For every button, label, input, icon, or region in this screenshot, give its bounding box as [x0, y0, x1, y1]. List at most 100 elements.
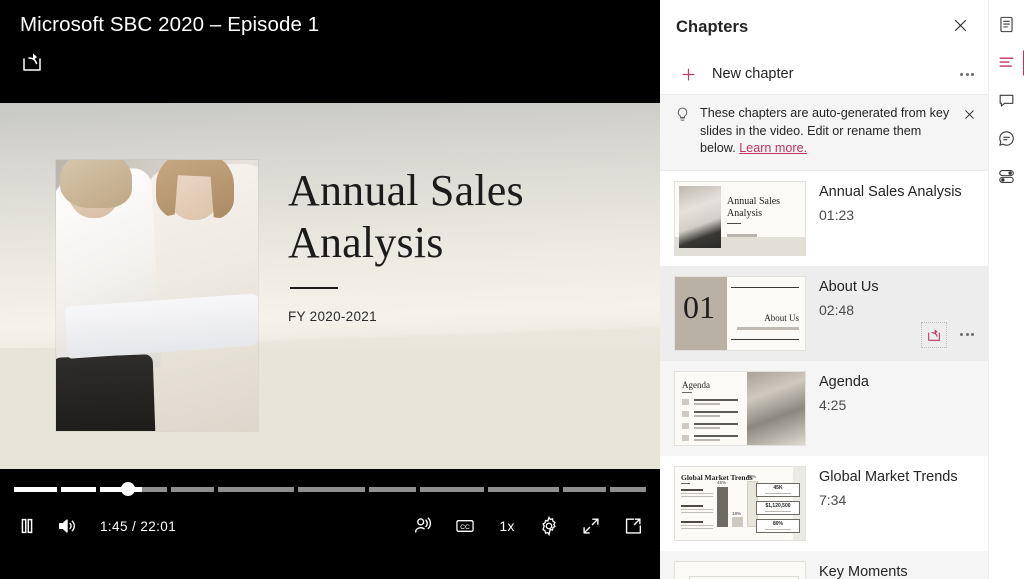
- progress-segment[interactable]: [368, 487, 416, 492]
- share-icon: [20, 50, 44, 74]
- transcript-icon: [997, 15, 1016, 34]
- new-chapter-button[interactable]: New chapter: [660, 54, 988, 94]
- pop-out-button[interactable]: [620, 513, 646, 539]
- thumb-subtitle: [727, 233, 757, 237]
- share-icon: [926, 327, 942, 343]
- video-pane[interactable]: Microsoft SBC 2020 – Episode 1 Annual Sa…: [0, 0, 660, 579]
- dismiss-tip-button[interactable]: [960, 105, 978, 123]
- playback-speed-button[interactable]: 1x: [494, 513, 520, 539]
- thumb-list-text: [694, 434, 738, 441]
- close-panel-button[interactable]: [946, 13, 974, 41]
- thumb-list-number: [682, 434, 689, 441]
- thumb-title: About Us: [764, 312, 799, 323]
- chapter-item-key-moments[interactable]: Key Moments: [660, 550, 988, 579]
- learn-more-link[interactable]: Learn more.: [739, 141, 807, 155]
- chapter-item-about-us[interactable]: 01 About Us About Us 02:48: [660, 265, 988, 361]
- rail-button-qa[interactable]: [991, 122, 1023, 154]
- new-chapter-more-button[interactable]: [960, 72, 974, 76]
- tip-text: These chapters are auto-generated from k…: [700, 105, 951, 158]
- thumb-stat-box-1: 45K: [756, 482, 800, 498]
- plus-icon: [678, 64, 698, 84]
- thumb-list-item: [682, 410, 738, 417]
- video-player-app: Microsoft SBC 2020 – Episode 1 Annual Sa…: [0, 0, 1024, 579]
- chapter-thumbnail: [674, 560, 806, 579]
- progress-thumb[interactable]: [121, 482, 135, 496]
- progress-segment[interactable]: [609, 487, 647, 492]
- chapter-meta: About Us 02:48: [819, 276, 976, 318]
- slide-title: Annual Sales Analysis: [288, 165, 618, 269]
- chapter-item-agenda[interactable]: Agenda Agenda 4:25: [660, 360, 988, 456]
- chapter-actions: [921, 321, 974, 348]
- chapter-more-button[interactable]: [960, 333, 974, 336]
- thumb-frame: [689, 575, 799, 579]
- progress-segment[interactable]: [562, 487, 606, 492]
- thumb-bullet: [681, 504, 713, 515]
- progress-track[interactable]: [14, 487, 647, 492]
- thumb-title: Agenda: [682, 379, 710, 390]
- thumb-title-line1: Annual Sales: [727, 195, 781, 207]
- photo-skirt: [56, 354, 156, 431]
- fullscreen-button[interactable]: [578, 513, 604, 539]
- progress-segment[interactable]: [60, 487, 97, 492]
- share-button[interactable]: [20, 50, 44, 74]
- progress-segment[interactable]: [419, 487, 484, 492]
- chapter-thumbnail: 01 About Us: [674, 275, 806, 351]
- controls-right-group: CC 1x: [410, 513, 646, 539]
- playback-speed-label: 1x: [499, 518, 515, 534]
- photo-hair-left: [60, 160, 132, 208]
- noise-suppression-button[interactable]: [410, 513, 436, 539]
- chapter-title: Key Moments: [819, 563, 908, 579]
- volume-button[interactable]: [54, 513, 80, 539]
- thumb-line-bottom: [731, 338, 799, 340]
- chapter-list[interactable]: Annual Sales Analysis Annual Sales Analy…: [660, 171, 988, 579]
- thumb-bar-label-1: 45%: [717, 479, 727, 485]
- progress-segment[interactable]: [487, 487, 559, 492]
- video-header: Microsoft SBC 2020 – Episode 1: [0, 0, 660, 100]
- progress-segment[interactable]: [218, 487, 295, 492]
- thumb-caption: [737, 326, 799, 330]
- chapter-meta: Key Moments: [819, 561, 976, 579]
- rail-button-settings-toggles[interactable]: [991, 160, 1023, 192]
- side-rail: [988, 0, 1024, 579]
- thumb-list-item: [682, 398, 738, 405]
- captions-button[interactable]: CC: [452, 513, 478, 539]
- progress-segment[interactable]: [170, 487, 215, 492]
- qa-icon: [997, 129, 1016, 148]
- progress-bar[interactable]: [14, 482, 647, 497]
- slide-photo: [56, 160, 258, 431]
- progress-segment-fill: [60, 487, 97, 492]
- video-title: Microsoft SBC 2020 – Episode 1: [20, 13, 320, 36]
- chapter-item-annual-sales-analysis[interactable]: Annual Sales Analysis Annual Sales Analy…: [660, 171, 988, 266]
- video-controls: 1:45 / 22:01 CC 1x: [0, 469, 660, 579]
- rail-button-transcript[interactable]: [991, 8, 1023, 40]
- progress-segment[interactable]: [14, 487, 57, 492]
- settings-button[interactable]: [536, 513, 562, 539]
- slide-title-rule: [290, 287, 338, 289]
- thumb-rule: [682, 391, 692, 393]
- progress-segment[interactable]: [298, 487, 365, 492]
- chapter-title: Agenda: [819, 373, 869, 390]
- rail-button-chapters[interactable]: [991, 46, 1024, 78]
- thumb-stat-value-2: $1,120,500: [765, 503, 791, 509]
- thumb-bullet: [681, 488, 713, 499]
- lightbulb-icon: [674, 106, 691, 123]
- tip-message: These chapters are auto-generated from k…: [700, 106, 950, 155]
- thumb-stat-value-1: 45K: [773, 485, 783, 491]
- pause-button[interactable]: [14, 513, 40, 539]
- thumb-list-number: [682, 422, 689, 429]
- thumb-bar-2: [732, 516, 743, 527]
- chapter-thumbnail: Annual Sales Analysis: [674, 180, 806, 256]
- share-chapter-button[interactable]: [921, 321, 947, 348]
- slide-title-line2: Analysis: [288, 218, 444, 267]
- thumb-photo: [747, 371, 805, 445]
- thumb-stat-box-3: 80%: [756, 518, 800, 534]
- comment-icon: [997, 91, 1016, 110]
- chapter-thumbnail: Agenda: [674, 370, 806, 446]
- svg-text:CC: CC: [460, 524, 470, 531]
- rail-button-comments[interactable]: [991, 84, 1023, 116]
- new-chapter-label: New chapter: [712, 66, 794, 82]
- chapter-meta: Annual Sales Analysis 01:23: [819, 181, 976, 223]
- chapter-item-global-market-trends[interactable]: Global Market Trends 45% 18% 98% 45K $1,…: [660, 456, 988, 551]
- chapter-title: About Us: [819, 278, 879, 295]
- thumb-bar-label-3: 98%: [747, 473, 757, 479]
